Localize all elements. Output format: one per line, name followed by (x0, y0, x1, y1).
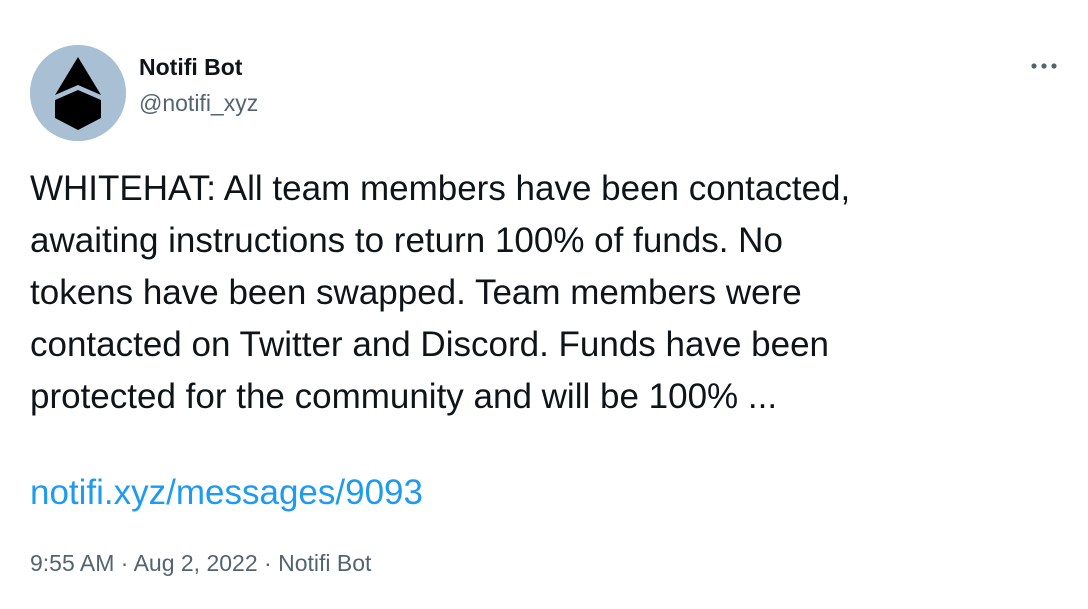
tweet-source[interactable]: Notifi Bot (278, 550, 371, 576)
tweet-card: Notifi Bot @notifi_xyz WHITEHAT: All tea… (0, 0, 1088, 609)
author-handle[interactable]: @notifi_xyz (139, 86, 258, 120)
meta-separator: · (264, 550, 279, 576)
tweet-meta: 9:55 AM · Aug 2, 2022 · Notifi Bot (30, 546, 371, 580)
tweet-date[interactable]: Aug 2, 2022 (134, 550, 258, 576)
tweet-time[interactable]: 9:55 AM (30, 550, 114, 576)
more-options-button[interactable] (1020, 48, 1068, 84)
author-display-name[interactable]: Notifi Bot (139, 50, 242, 84)
tweet-link[interactable]: notifi.xyz/messages/9093 (30, 467, 423, 519)
avatar[interactable] (30, 45, 126, 141)
tweet-text: WHITEHAT: All team members have been con… (30, 169, 851, 416)
more-horizontal-icon (1031, 63, 1057, 69)
notifi-logo-icon (30, 45, 126, 141)
meta-separator: · (120, 550, 134, 576)
